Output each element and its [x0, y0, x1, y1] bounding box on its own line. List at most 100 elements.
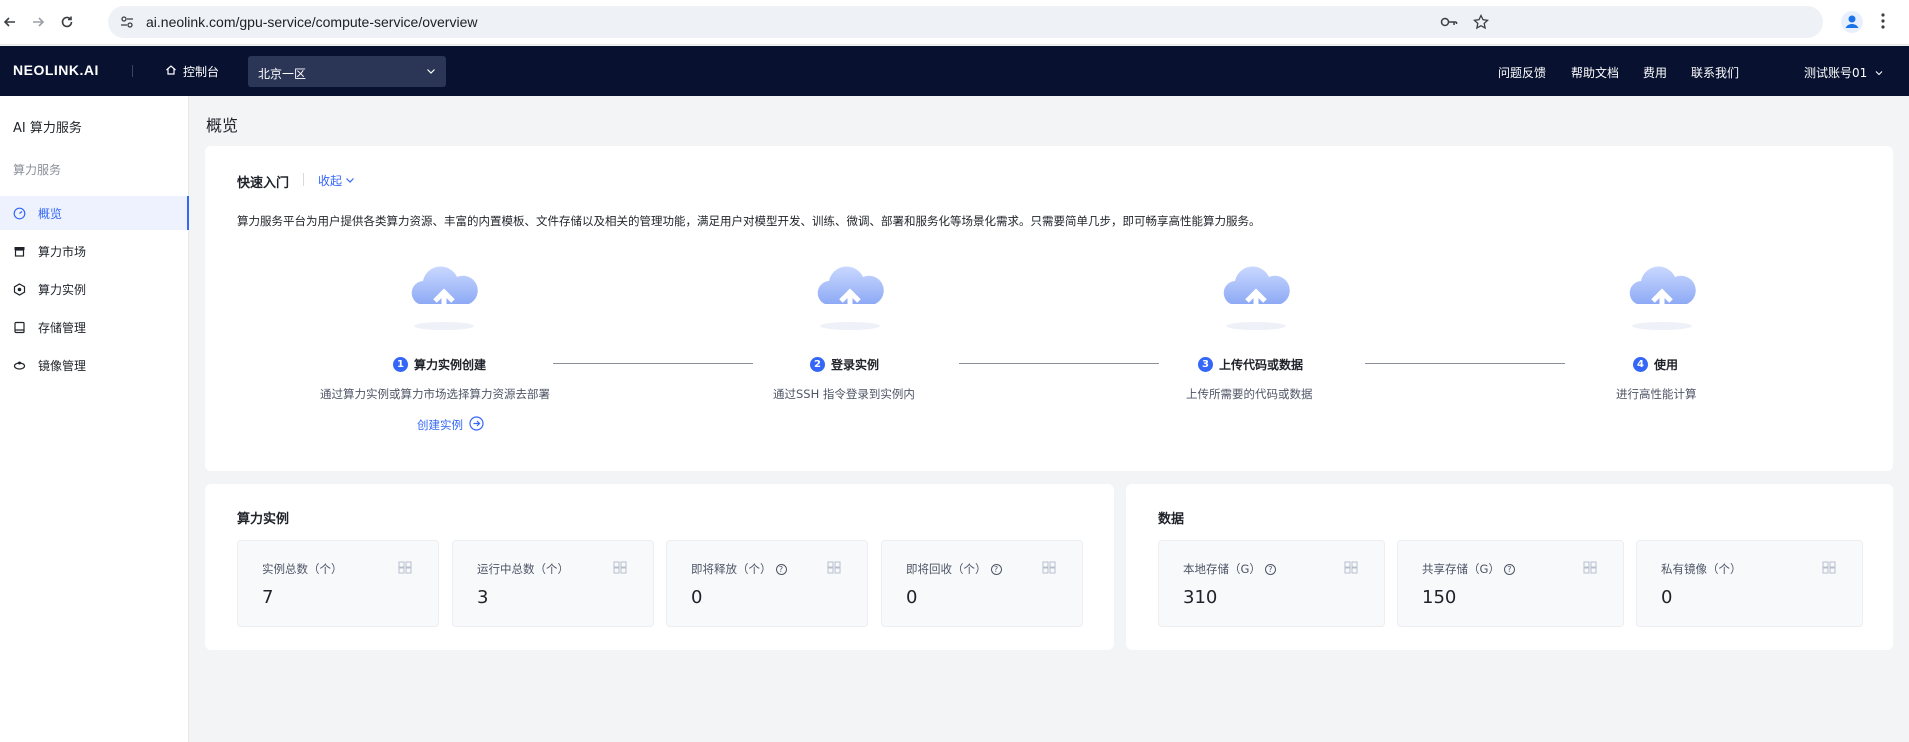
create-instance-link[interactable]: 创建实例 — [417, 416, 484, 434]
region-select[interactable]: 北京一区 — [248, 56, 446, 87]
collapse-label: 收起 — [318, 174, 343, 188]
home-icon — [165, 64, 177, 79]
upload-cloud-icon — [1617, 254, 1707, 334]
profile-avatar-icon[interactable] — [1840, 10, 1864, 34]
stat-value: 7 — [262, 587, 274, 608]
step-title: 上传代码或数据 — [1219, 358, 1304, 372]
sidebar-item-market[interactable]: 算力市场 — [0, 234, 189, 268]
stat-recycling-soon[interactable]: 即将回收（个） ? 0 — [881, 540, 1083, 627]
create-instance-label: 创建实例 — [417, 418, 463, 432]
stat-value: 0 — [1661, 587, 1673, 608]
chart-grid-icon — [398, 561, 412, 574]
upload-cloud-icon — [399, 254, 489, 334]
step-number: 2 — [810, 357, 825, 372]
step-connector — [553, 363, 753, 364]
stat-label: 共享存储（G） ? — [1422, 561, 1515, 577]
help-question-icon[interactable]: ? — [1264, 563, 1276, 575]
sidebar: AI 算力服务 算力服务 概览 算力市场 算力实例 存储管理 镜像管理 — [0, 96, 189, 742]
step-number: 3 — [1198, 357, 1213, 372]
stat-value: 3 — [477, 587, 489, 608]
billing-link[interactable]: 费用 — [1643, 64, 1667, 81]
browser-menu-icon[interactable] — [1880, 12, 1886, 33]
address-bar[interactable]: ai.neolink.com/gpu-service/compute-servi… — [108, 6, 1823, 38]
stat-label: 运行中总数（个） — [477, 562, 569, 576]
image-icon — [13, 359, 26, 372]
sidebar-item-label: 镜像管理 — [38, 358, 87, 373]
step-title: 登录实例 — [831, 358, 880, 372]
url-text: ai.neolink.com/gpu-service/compute-servi… — [146, 14, 478, 30]
step-title: 使用 — [1654, 358, 1679, 372]
help-question-icon[interactable]: ? — [990, 563, 1002, 575]
stat-label: 本地存储（G） ? — [1183, 561, 1276, 577]
compute-stats-card: 算力实例 实例总数（个） 7 运行中总数（个） 3 即将释放（个） ? 0 即将… — [205, 484, 1114, 650]
stat-total-instances[interactable]: 实例总数（个） 7 — [237, 540, 439, 627]
collapse-toggle[interactable]: 收起 — [318, 172, 355, 189]
stat-releasing-soon[interactable]: 即将释放（个） ? 0 — [666, 540, 868, 627]
divider — [303, 173, 304, 186]
stat-label: 即将释放（个） ? — [691, 561, 787, 577]
storage-icon — [13, 321, 26, 334]
step-description: 通过算力实例或算力市场选择算力资源去部署 — [320, 387, 550, 401]
console-link[interactable]: 控制台 — [165, 63, 219, 80]
step-title: 算力实例创建 — [414, 358, 487, 372]
reload-icon[interactable] — [57, 12, 77, 32]
sidebar-item-label: 存储管理 — [38, 320, 87, 335]
help-question-icon[interactable]: ? — [1503, 563, 1515, 575]
chart-grid-icon — [1822, 561, 1836, 574]
bookmark-star-icon[interactable] — [1472, 13, 1490, 33]
stat-label: 即将回收（个） ? — [906, 561, 1002, 577]
compute-section-title: 算力实例 — [237, 512, 290, 527]
chart-grid-icon — [613, 561, 627, 574]
forward-icon[interactable] — [28, 12, 48, 32]
stat-value: 310 — [1183, 587, 1218, 608]
stat-value: 150 — [1422, 587, 1457, 608]
console-label: 控制台 — [183, 65, 220, 79]
sidebar-item-label: 概览 — [38, 206, 63, 221]
account-name: 测试账号01 — [1804, 66, 1868, 80]
step-2-heading: 2 登录实例 — [810, 356, 879, 373]
stat-private-images[interactable]: 私有镜像（个） 0 — [1636, 540, 1863, 627]
sidebar-item-storage[interactable]: 存储管理 — [0, 310, 189, 344]
help-docs-link[interactable]: 帮助文档 — [1571, 64, 1619, 81]
sidebar-item-instances[interactable]: 算力实例 — [0, 272, 189, 306]
back-icon[interactable] — [0, 12, 20, 32]
upload-cloud-icon — [1211, 254, 1301, 334]
sidebar-item-overview[interactable]: 概览 — [0, 196, 189, 230]
chart-grid-icon — [827, 561, 841, 574]
page-title: 概览 — [206, 116, 239, 135]
step-1-heading: 1 算力实例创建 — [393, 356, 486, 373]
market-icon — [13, 245, 26, 258]
quickstart-description: 算力服务平台为用户提供各类算力资源、丰富的内置模板、文件存储以及相关的管理功能，… — [237, 214, 1261, 228]
help-question-icon[interactable]: ? — [775, 563, 787, 575]
top-navigation: NEOLINK.AI 控制台 北京一区 问题反馈 帮助文档 费用 联系我们 测试… — [0, 46, 1909, 96]
data-section-title: 数据 — [1158, 512, 1185, 527]
site-info-icon[interactable] — [120, 15, 134, 32]
region-value: 北京一区 — [258, 67, 307, 81]
arrow-right-circle-icon — [469, 416, 484, 434]
stat-local-storage[interactable]: 本地存储（G） ? 310 — [1158, 540, 1385, 627]
data-stats-card: 数据 本地存储（G） ? 310 共享存储（G） ? 150 私有镜像（个） 0 — [1126, 484, 1893, 650]
step-4-heading: 4 使用 — [1633, 356, 1678, 373]
quickstart-card: 快速入门 收起 算力服务平台为用户提供各类算力资源、丰富的内置模板、文件存储以及… — [205, 146, 1893, 471]
dashboard-icon — [13, 207, 26, 220]
step-number: 1 — [393, 357, 408, 372]
step-connector — [959, 363, 1159, 364]
chevron-down-icon — [345, 174, 355, 188]
chart-grid-icon — [1344, 561, 1358, 574]
sidebar-group-label: 算力服务 — [13, 163, 62, 177]
feedback-link[interactable]: 问题反馈 — [1498, 64, 1546, 81]
quickstart-title: 快速入门 — [237, 176, 290, 191]
contact-link[interactable]: 联系我们 — [1691, 64, 1739, 81]
step-description: 上传所需要的代码或数据 — [1186, 387, 1313, 401]
stat-value: 0 — [691, 587, 703, 608]
account-menu[interactable]: 测试账号01 — [1804, 64, 1883, 81]
stat-shared-storage[interactable]: 共享存储（G） ? 150 — [1397, 540, 1624, 627]
stat-label: 私有镜像（个） — [1661, 562, 1742, 576]
password-key-icon[interactable] — [1440, 15, 1458, 32]
chevron-down-icon — [1875, 66, 1883, 80]
instance-icon — [13, 282, 26, 296]
sidebar-item-images[interactable]: 镜像管理 — [0, 348, 189, 382]
stat-running-instances[interactable]: 运行中总数（个） 3 — [452, 540, 654, 627]
neolink-logo[interactable]: NEOLINK.AI — [13, 62, 99, 78]
step-description: 通过SSH 指令登录到实例内 — [773, 387, 915, 401]
